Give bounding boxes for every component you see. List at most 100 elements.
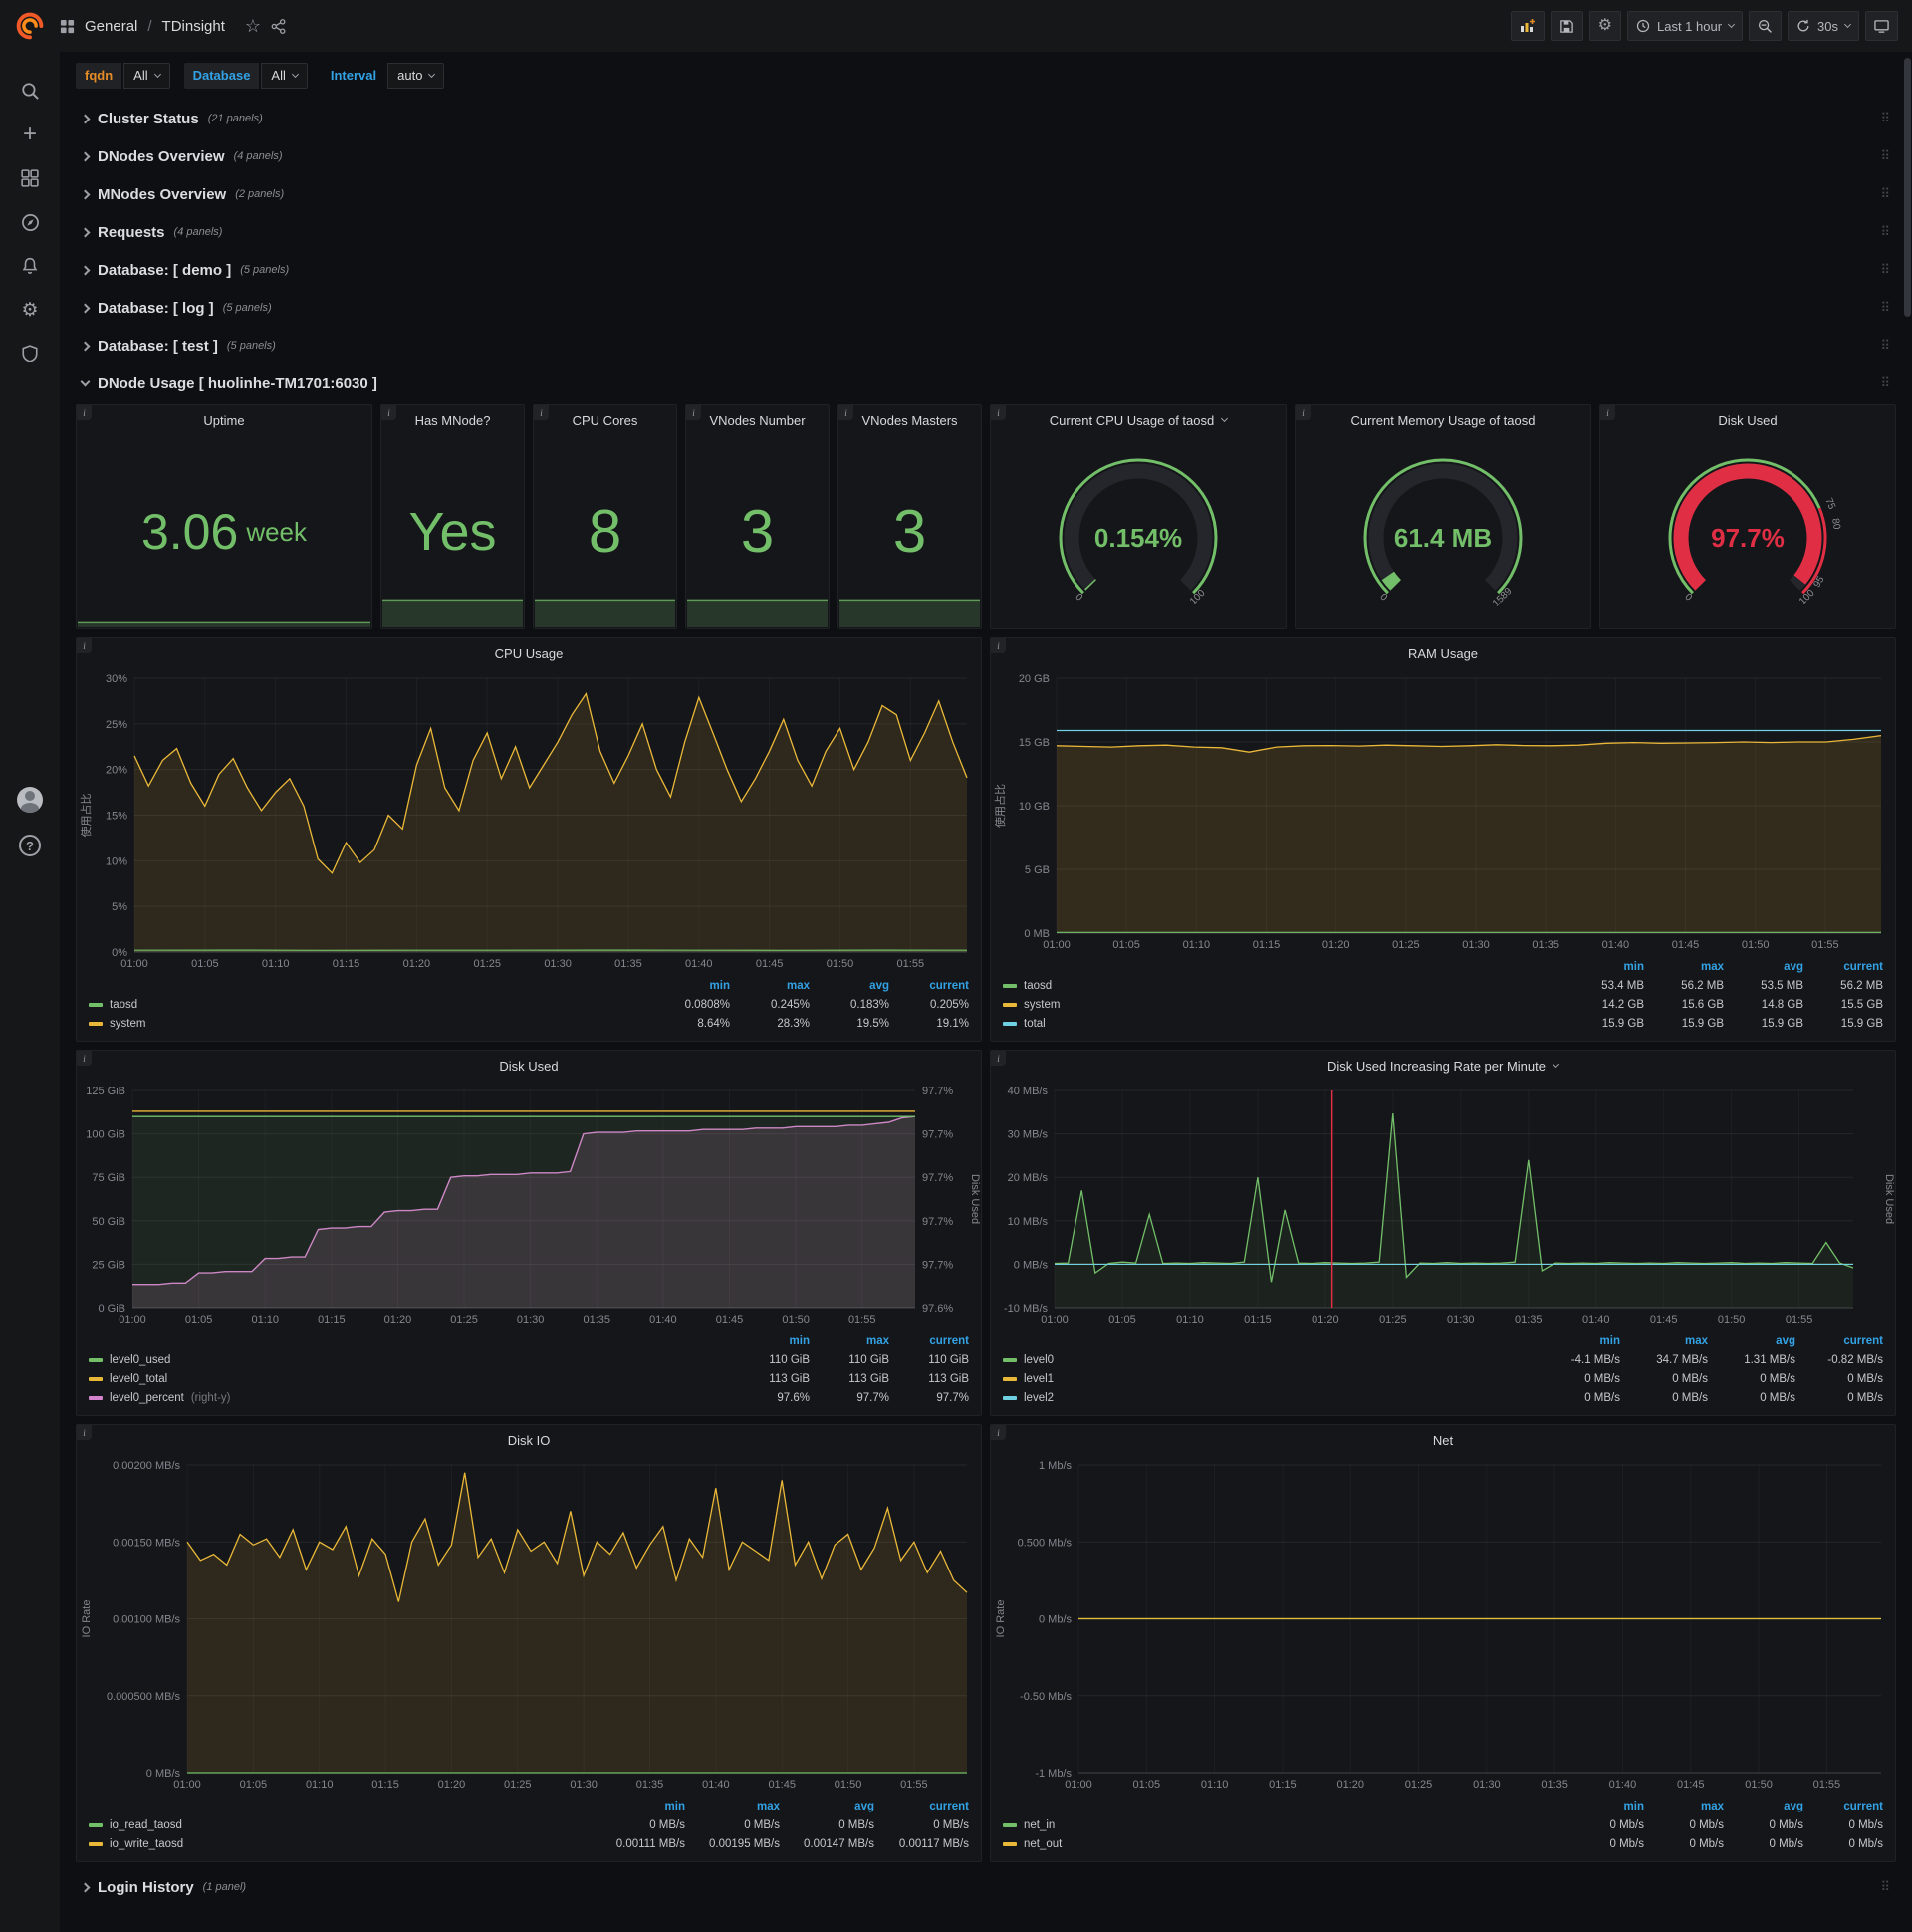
row-database-test[interactable]: Database: [ test ] (5 panels) ⠿ xyxy=(76,329,1896,362)
grafana-logo[interactable] xyxy=(0,0,60,52)
panel-title[interactable]: Uptime xyxy=(77,405,371,435)
alerting-bell-icon[interactable] xyxy=(19,255,41,277)
add-panel-button[interactable] xyxy=(1510,11,1545,41)
variable-interval-label[interactable]: Interval xyxy=(322,63,385,89)
variable-database-label[interactable]: Database xyxy=(183,63,260,89)
legend-series-name[interactable]: level1 xyxy=(1024,1373,1054,1385)
drag-handle-icon[interactable]: ⠿ xyxy=(1880,375,1890,391)
legend-series-name[interactable]: system xyxy=(110,1018,145,1030)
panel-info-icon[interactable]: i xyxy=(77,638,92,653)
legend-column-current[interactable]: current xyxy=(1803,961,1883,973)
legend-series-name[interactable]: taosd xyxy=(1024,980,1052,992)
row-cluster-status[interactable]: Cluster Status (21 panels) ⠿ xyxy=(76,102,1896,135)
server-admin-shield-icon[interactable] xyxy=(19,343,41,364)
panel-title[interactable]: VNodes Masters xyxy=(838,405,981,435)
panel-title[interactable]: CPU Usage xyxy=(77,638,981,668)
legend-series-name[interactable]: level2 xyxy=(1024,1392,1054,1404)
panel-title[interactable]: Disk Used Increasing Rate per Minute xyxy=(991,1051,1895,1081)
legend-series-name[interactable]: taosd xyxy=(110,999,137,1011)
legend-series-swatch[interactable] xyxy=(1003,1395,1017,1400)
legend-column-avg[interactable]: avg xyxy=(1724,1801,1803,1812)
panel-info-icon[interactable]: i xyxy=(991,1051,1006,1066)
legend-series-name[interactable]: level0_percent xyxy=(110,1392,184,1404)
panel-info-icon[interactable]: i xyxy=(77,1425,92,1440)
variable-interval-value[interactable]: auto xyxy=(387,63,445,89)
drag-handle-icon[interactable]: ⠿ xyxy=(1880,111,1890,126)
row-mnodes-overview[interactable]: MNodes Overview (2 panels) ⠿ xyxy=(76,177,1896,211)
legend-series-name[interactable]: io_read_taosd xyxy=(110,1819,182,1831)
legend-column-current[interactable]: current xyxy=(874,1801,969,1812)
row-login-history[interactable]: Login History (1 panel) ⠿ xyxy=(76,1870,1896,1904)
legend-column-max[interactable]: max xyxy=(810,1335,889,1347)
legend-column-min[interactable]: min xyxy=(1564,1801,1644,1812)
legend-column-min[interactable]: min xyxy=(591,1801,685,1812)
row-dnodes-overview[interactable]: DNodes Overview (4 panels) ⠿ xyxy=(76,139,1896,173)
panel-info-icon[interactable]: i xyxy=(77,1051,92,1066)
panel-title[interactable]: Current Memory Usage of taosd xyxy=(1296,405,1590,435)
drag-handle-icon[interactable]: ⠿ xyxy=(1880,186,1890,202)
legend-series-swatch[interactable] xyxy=(89,1822,103,1827)
save-dashboard-button[interactable] xyxy=(1550,11,1583,41)
legend-series-name[interactable]: level0_used xyxy=(110,1354,170,1366)
row-requests[interactable]: Requests (4 panels) ⠿ xyxy=(76,215,1896,249)
legend-series-name[interactable]: level0 xyxy=(1024,1354,1054,1366)
legend-series-swatch[interactable] xyxy=(89,1357,103,1362)
panel-title[interactable]: CPU Cores xyxy=(534,405,676,435)
legend-column-max[interactable]: max xyxy=(685,1801,780,1812)
dashboard-settings-button[interactable]: ⚙ xyxy=(1588,11,1621,41)
panel-info-icon[interactable]: i xyxy=(991,405,1006,420)
panel-title[interactable]: Current CPU Usage of taosd xyxy=(991,405,1286,435)
row-database-demo[interactable]: Database: [ demo ] (5 panels) ⠿ xyxy=(76,253,1896,287)
panel-title[interactable]: Disk IO xyxy=(77,1425,981,1455)
legend-series-name[interactable]: net_out xyxy=(1024,1838,1062,1850)
legend-series-swatch[interactable] xyxy=(89,1841,103,1846)
variable-fqdn-value[interactable]: All xyxy=(123,63,170,89)
legend-column-avg[interactable]: avg xyxy=(810,980,889,992)
row-database-log[interactable]: Database: [ log ] (5 panels) ⠿ xyxy=(76,291,1896,325)
variable-fqdn-label[interactable]: fqdn xyxy=(76,63,122,89)
user-avatar[interactable] xyxy=(17,787,43,813)
help-icon[interactable]: ? xyxy=(19,835,41,856)
drag-handle-icon[interactable]: ⠿ xyxy=(1880,300,1890,316)
dashboards-nav-icon[interactable] xyxy=(19,167,41,189)
legend-column-avg[interactable]: avg xyxy=(1724,961,1803,973)
drag-handle-icon[interactable]: ⠿ xyxy=(1880,262,1890,278)
panel-info-icon[interactable]: i xyxy=(381,405,396,420)
legend-series-swatch[interactable] xyxy=(1003,1376,1017,1381)
zoom-out-button[interactable] xyxy=(1749,11,1783,41)
legend-series-name[interactable]: total xyxy=(1024,1018,1046,1030)
create-icon[interactable]: + xyxy=(19,121,41,147)
legend-series-name[interactable]: io_write_taosd xyxy=(110,1838,183,1850)
panel-info-icon[interactable]: i xyxy=(1600,405,1615,420)
legend-series-swatch[interactable] xyxy=(89,1395,103,1400)
panel-info-icon[interactable]: i xyxy=(534,405,549,420)
search-icon[interactable] xyxy=(19,80,41,102)
panel-info-icon[interactable]: i xyxy=(991,638,1006,653)
panel-title[interactable]: Disk Used xyxy=(77,1051,981,1081)
panel-info-icon[interactable]: i xyxy=(1296,405,1311,420)
legend-column-avg[interactable]: avg xyxy=(1708,1335,1795,1347)
legend-series-name[interactable]: system xyxy=(1024,999,1060,1011)
drag-handle-icon[interactable]: ⠿ xyxy=(1880,1879,1890,1895)
legend-column-max[interactable]: max xyxy=(1644,961,1724,973)
legend-series-swatch[interactable] xyxy=(1003,1357,1017,1362)
legend-column-current[interactable]: current xyxy=(1803,1801,1883,1812)
legend-series-swatch[interactable] xyxy=(89,1021,103,1026)
refresh-button-group[interactable]: 30s xyxy=(1788,11,1859,41)
legend-column-current[interactable]: current xyxy=(1795,1335,1883,1347)
legend-column-min[interactable]: min xyxy=(650,980,730,992)
panel-title[interactable]: VNodes Number xyxy=(686,405,829,435)
panel-info-icon[interactable]: i xyxy=(77,405,92,420)
variable-database-value[interactable]: All xyxy=(261,63,308,89)
drag-handle-icon[interactable]: ⠿ xyxy=(1880,338,1890,354)
star-icon[interactable]: ☆ xyxy=(245,17,261,35)
panel-title[interactable]: Disk Used xyxy=(1600,405,1895,435)
panel-info-icon[interactable]: i xyxy=(838,405,853,420)
configuration-gear-icon[interactable]: ⚙ xyxy=(19,299,41,321)
breadcrumb-section[interactable]: General xyxy=(85,18,137,35)
legend-column-min[interactable]: min xyxy=(1564,961,1644,973)
legend-column-min[interactable]: min xyxy=(1533,1335,1620,1347)
panel-title[interactable]: Has MNode? xyxy=(381,405,524,435)
legend-series-swatch[interactable] xyxy=(1003,1841,1017,1846)
legend-series-name[interactable]: level0_total xyxy=(110,1373,167,1385)
